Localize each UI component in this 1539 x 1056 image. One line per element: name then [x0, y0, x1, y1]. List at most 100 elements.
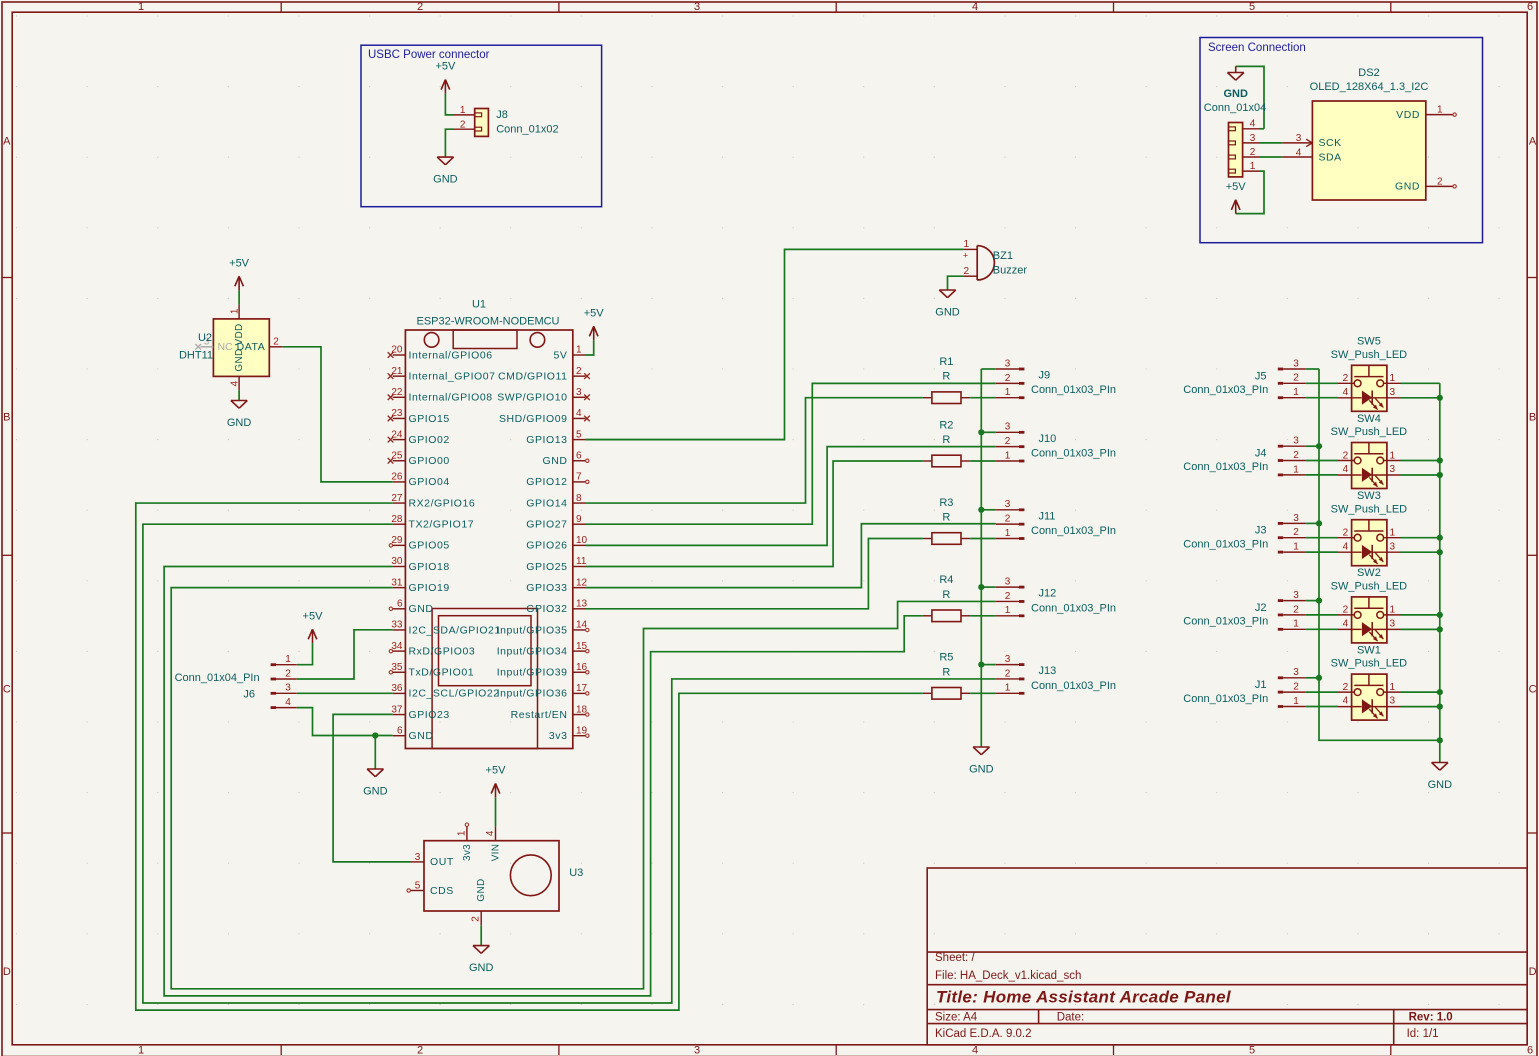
svg-text:2: 2 [1005, 668, 1011, 679]
svg-text:21: 21 [391, 366, 403, 377]
svg-text:GPIO23: GPIO23 [409, 709, 450, 721]
svg-text:Internal_GPIO07: Internal_GPIO07 [409, 370, 496, 382]
svg-text:Input/GPIO35: Input/GPIO35 [497, 624, 568, 636]
svg-text:3: 3 [1005, 422, 1011, 433]
svg-text:3: 3 [1390, 387, 1396, 398]
svg-text:4: 4 [1343, 464, 1349, 475]
svg-text:USBC Power connector: USBC Power connector [368, 49, 490, 61]
svg-text:25: 25 [391, 450, 403, 461]
svg-text:GPIO33: GPIO33 [526, 582, 567, 594]
svg-text:4: 4 [285, 697, 291, 708]
svg-text:4: 4 [1250, 119, 1256, 130]
svg-text:9: 9 [576, 514, 582, 525]
svg-text:+5V: +5V [229, 257, 250, 269]
svg-text:Conn_01x02: Conn_01x02 [496, 123, 558, 135]
svg-text:35: 35 [391, 662, 403, 673]
svg-text:1: 1 [229, 308, 240, 314]
svg-text:1: 1 [1293, 542, 1299, 553]
svg-text:GND: GND [363, 785, 388, 797]
svg-text:29: 29 [391, 535, 403, 546]
svg-text:Conn_01x03_PIn: Conn_01x03_PIn [1031, 448, 1116, 460]
svg-text:Conn_01x03_PIn: Conn_01x03_PIn [1183, 538, 1268, 550]
svg-text:Conn_01x03_PIn: Conn_01x03_PIn [1031, 525, 1116, 537]
svg-text:J5: J5 [1255, 370, 1267, 382]
svg-text:GND: GND [409, 603, 434, 615]
svg-text:26: 26 [391, 472, 403, 483]
svg-text:A: A [1529, 136, 1537, 148]
svg-text:GPIO13: GPIO13 [526, 434, 567, 446]
svg-text:36: 36 [391, 683, 403, 694]
svg-text:OLED_128X64_1.3_I2C: OLED_128X64_1.3_I2C [1310, 81, 1429, 93]
svg-text:GPIO15: GPIO15 [409, 413, 450, 425]
svg-text:GND: GND [409, 730, 434, 742]
svg-text:J11: J11 [1039, 510, 1056, 522]
svg-text:4: 4 [576, 408, 582, 419]
svg-text:GND: GND [227, 417, 252, 429]
svg-text:5: 5 [576, 429, 582, 440]
svg-text:2: 2 [1005, 514, 1011, 525]
svg-text:6: 6 [397, 599, 403, 610]
svg-text:2: 2 [1293, 527, 1299, 538]
svg-text:34: 34 [391, 641, 403, 652]
svg-text:SW5: SW5 [1357, 336, 1381, 348]
svg-text:DHT11: DHT11 [179, 350, 213, 362]
svg-text:2: 2 [1343, 605, 1349, 616]
svg-text:GND: GND [1223, 88, 1248, 100]
svg-text:6: 6 [397, 725, 403, 736]
svg-text:+5V: +5V [1226, 181, 1247, 193]
svg-text:GPIO02: GPIO02 [409, 434, 450, 446]
svg-text:Conn_01x03_PIn: Conn_01x03_PIn [1031, 384, 1116, 396]
svg-text:3: 3 [1005, 577, 1011, 588]
svg-text:+5V: +5V [303, 610, 324, 622]
svg-text:GPIO00: GPIO00 [409, 455, 450, 467]
svg-text:I2C_SCL/GPIO22: I2C_SCL/GPIO22 [409, 688, 500, 700]
svg-text:J1: J1 [1255, 679, 1267, 691]
svg-text:Internal/GPIO06: Internal/GPIO06 [409, 349, 493, 361]
svg-text:28: 28 [391, 514, 403, 525]
svg-text:B: B [1529, 412, 1536, 424]
svg-text:4: 4 [485, 830, 496, 836]
svg-text:2: 2 [1437, 177, 1443, 188]
svg-text:30: 30 [391, 556, 403, 567]
svg-text:1: 1 [456, 830, 467, 836]
svg-text:+5V: +5V [435, 61, 456, 73]
svg-text:2: 2 [1293, 604, 1299, 615]
svg-text:SW_Push_LED: SW_Push_LED [1331, 503, 1407, 515]
svg-text:Conn_01x04: Conn_01x04 [1204, 102, 1266, 114]
svg-text:4: 4 [972, 1045, 978, 1056]
svg-text:J9: J9 [1039, 370, 1051, 382]
svg-text:1: 1 [138, 1045, 144, 1056]
svg-text:4: 4 [1343, 541, 1349, 552]
svg-text:TX2/GPIO17: TX2/GPIO17 [409, 519, 475, 531]
svg-text:1: 1 [964, 239, 970, 250]
svg-text:5: 5 [1249, 1045, 1255, 1056]
svg-text:1: 1 [1437, 105, 1443, 116]
svg-text:RxD/GPIO03: RxD/GPIO03 [409, 645, 476, 657]
svg-text:GPIO12: GPIO12 [526, 476, 567, 488]
svg-text:3: 3 [1293, 667, 1299, 678]
svg-text:27: 27 [391, 493, 403, 504]
svg-text:20: 20 [391, 345, 403, 356]
svg-text:NC: NC [218, 341, 234, 353]
svg-text:D: D [1529, 966, 1537, 978]
svg-text:1: 1 [460, 105, 466, 116]
svg-text:3: 3 [285, 683, 291, 694]
svg-text:R: R [942, 589, 950, 601]
svg-text:Conn_01x03_PIn: Conn_01x03_PIn [1031, 602, 1116, 614]
svg-text:J10: J10 [1039, 433, 1057, 445]
svg-text:1: 1 [1005, 387, 1011, 398]
svg-text:R4: R4 [939, 574, 953, 586]
svg-text:SW4: SW4 [1357, 413, 1381, 425]
svg-text:R2: R2 [939, 419, 953, 431]
svg-text:Size: A4: Size: A4 [935, 1011, 978, 1023]
svg-text:GPIO32: GPIO32 [526, 603, 567, 615]
svg-text:J3: J3 [1255, 525, 1267, 537]
svg-text:1: 1 [1005, 450, 1011, 461]
svg-text:3: 3 [1293, 358, 1299, 369]
svg-text:1: 1 [1390, 373, 1396, 384]
svg-text:2: 2 [576, 366, 582, 377]
svg-text:4: 4 [1343, 696, 1349, 707]
svg-text:Buzzer: Buzzer [993, 265, 1028, 277]
svg-text:J13: J13 [1039, 665, 1057, 677]
svg-text:CDS: CDS [430, 885, 454, 897]
